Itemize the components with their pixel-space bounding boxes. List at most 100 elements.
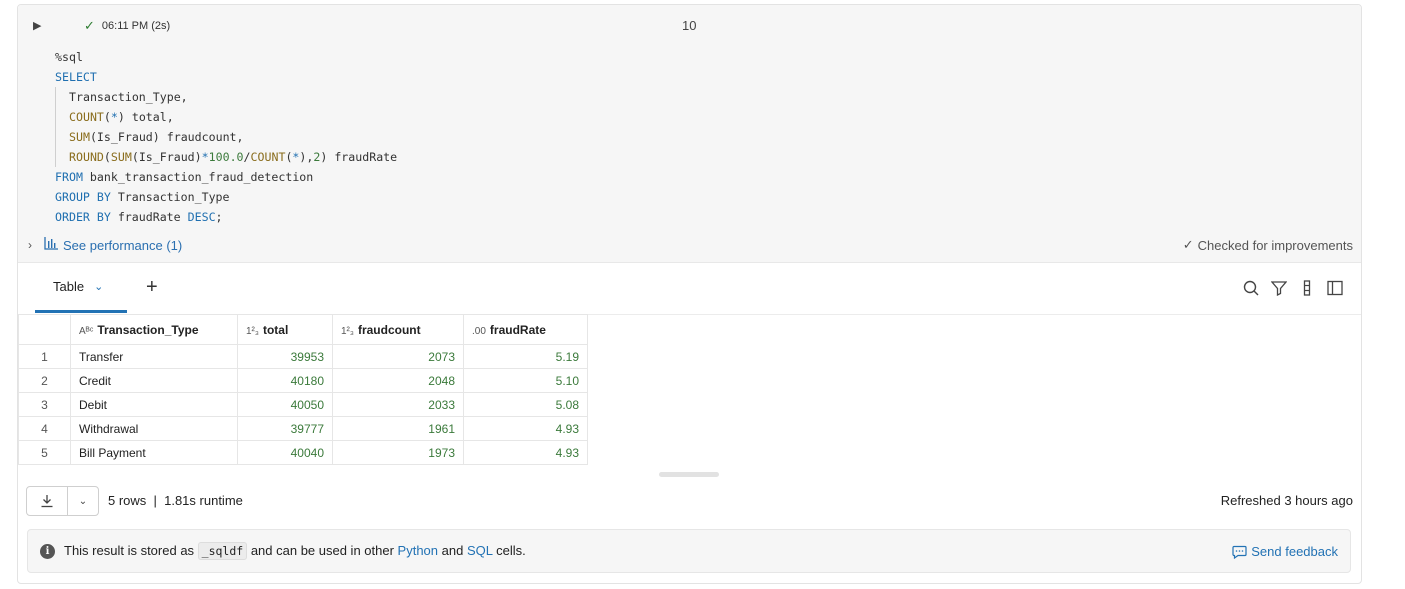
cell-total[interactable]: 40050 [237, 392, 333, 417]
code-line: ROUND(SUM(Is_Fraud)*100.0/COUNT(*),2) fr… [55, 147, 397, 167]
row-number: 1 [18, 344, 71, 369]
horizontal-scrollbar[interactable] [659, 472, 719, 477]
notice-message: This result is stored as _sqldf and can … [64, 542, 526, 560]
cell-number: 10 [682, 18, 697, 33]
sqldf-variable: _sqldf [197, 542, 248, 560]
sql-code[interactable]: %sql SELECT Transaction_Type, COUNT(*) tota… [55, 47, 397, 227]
cell-total[interactable]: 39953 [237, 344, 333, 369]
cell-fraudrate[interactable]: 4.93 [463, 440, 588, 465]
refreshed-time: Refreshed 3 hours ago [1220, 493, 1353, 508]
cell-total[interactable]: 40040 [237, 440, 333, 465]
add-visualization-button[interactable]: + [146, 275, 158, 299]
code-line: SELECT [55, 70, 97, 84]
integer-type-icon: 1²₃ [246, 325, 259, 337]
notice-text: and can be used in other [247, 543, 398, 558]
bar-chart-icon [44, 237, 58, 253]
checked-improvements: ✓ Checked for improvements [1183, 237, 1353, 253]
column-settings-icon[interactable] [1299, 279, 1315, 297]
download-options-dropdown[interactable]: ⌄ [68, 487, 98, 515]
cell-fraudrate[interactable]: 5.19 [463, 344, 588, 369]
code-line: GROUP BY Transaction_Type [55, 190, 230, 204]
cell-total[interactable]: 40180 [237, 368, 333, 393]
column-label: total [262, 322, 289, 337]
search-icon[interactable] [1243, 279, 1259, 297]
filter-icon[interactable] [1271, 279, 1287, 297]
code-line: FROM bank_transaction_fraud_detection [55, 170, 314, 184]
table-header-row: Aᴮᶜ Transaction_Type 1²₃ total 1²₃ fraudcou… [18, 314, 588, 345]
code-line: SUM(Is_Fraud) fraudcount, [55, 127, 397, 147]
tab-table[interactable]: Table ⌄ [35, 263, 127, 313]
row-number-header [18, 314, 71, 345]
cell-fraudrate[interactable]: 4.93 [463, 416, 588, 441]
column-header-transaction-type[interactable]: Aᴮᶜ Transaction_Type [70, 314, 238, 345]
see-performance-link[interactable]: › See performance (1) [28, 237, 182, 253]
execution-time: 06:11 PM (2s) [101, 20, 171, 32]
table-row[interactable]: 5 Bill Payment 40040 1973 4.93 [18, 440, 588, 465]
table-row[interactable]: 2 Credit 40180 2048 5.10 [18, 368, 588, 393]
cell-transaction-type[interactable]: Withdrawal [70, 416, 238, 441]
code-line: ORDER BY fraudRate DESC; [55, 210, 223, 224]
info-icon: i [40, 544, 55, 559]
notice-text: This result is stored as [64, 543, 198, 558]
column-header-total[interactable]: 1²₃ total [237, 314, 333, 345]
checkmark-icon: ✓ [1182, 237, 1194, 252]
row-number: 5 [18, 440, 71, 465]
table-toolbar [1243, 279, 1343, 297]
integer-type-icon: 1²₃ [341, 325, 354, 337]
tab-table-label[interactable]: Table [53, 279, 84, 294]
rows-runtime-info: 5 rows | 1.81s runtime [108, 493, 243, 508]
cell-transaction-type[interactable]: Transfer [70, 344, 238, 369]
download-button[interactable] [27, 487, 68, 515]
cell-fraudcount[interactable]: 2048 [332, 368, 464, 393]
code-editor[interactable]: ▶ ✓ 06:11 PM (2s) 10 %sql SELECT Transacti… [18, 5, 1361, 263]
cell-total[interactable]: 39777 [237, 416, 333, 441]
result-tabs: Table ⌄ + [18, 263, 1361, 315]
column-label: fraudRate [489, 322, 546, 337]
result-table: Aᴮᶜ Transaction_Type 1²₃ total 1²₃ fraudcou… [18, 314, 588, 465]
cell-transaction-type[interactable]: Bill Payment [70, 440, 238, 465]
download-button-group: ⌄ [26, 486, 99, 516]
success-check-icon: ✓ [84, 18, 95, 33]
notebook-cell: ▶ ✓ 06:11 PM (2s) 10 %sql SELECT Transacti… [17, 4, 1362, 584]
cell-fraudcount[interactable]: 1961 [332, 416, 464, 441]
side-panel-icon[interactable] [1327, 279, 1343, 297]
table-row[interactable]: 3 Debit 40050 2033 5.08 [18, 392, 588, 417]
notice-text: and [438, 543, 467, 558]
run-cell-button[interactable]: ▶ [33, 19, 47, 33]
string-type-icon: Aᴮᶜ [79, 325, 94, 337]
python-link[interactable]: Python [398, 543, 438, 558]
row-number: 4 [18, 416, 71, 441]
cell-fraudcount[interactable]: 2073 [332, 344, 464, 369]
row-number: 2 [18, 368, 71, 393]
feedback-icon [1232, 545, 1247, 559]
cell-fraudcount[interactable]: 1973 [332, 440, 464, 465]
code-line: COUNT(*) total, [55, 107, 397, 127]
row-number: 3 [18, 392, 71, 417]
chevron-down-icon[interactable]: ⌄ [94, 280, 103, 293]
column-header-fraudrate[interactable]: .00 fraudRate [463, 314, 588, 345]
checked-label: Checked for improvements [1197, 237, 1353, 253]
code-line: %sql [55, 50, 83, 64]
sqldf-notice: i This result is stored as _sqldf and ca… [27, 529, 1351, 573]
result-footer: ⌄ 5 rows | 1.81s runtime Refreshed 3 hou… [26, 485, 1353, 517]
execution-status: ✓ 06:11 PM (2s) [84, 18, 170, 34]
column-label: fraudcount [357, 322, 421, 337]
download-icon [41, 495, 53, 508]
decimal-type-icon: .00 [472, 325, 486, 337]
notice-text: cells. [492, 543, 526, 558]
cell-fraudrate[interactable]: 5.10 [463, 368, 588, 393]
column-label: Transaction_Type [97, 322, 199, 337]
cell-fraudrate[interactable]: 5.08 [463, 392, 588, 417]
cell-transaction-type[interactable]: Credit [70, 368, 238, 393]
sql-link[interactable]: SQL [467, 543, 493, 558]
see-performance-label[interactable]: See performance (1) [63, 238, 182, 253]
table-row[interactable]: 1 Transfer 39953 2073 5.19 [18, 344, 588, 369]
cell-fraudcount[interactable]: 2033 [332, 392, 464, 417]
code-line: Transaction_Type, [55, 87, 397, 107]
send-feedback-label[interactable]: Send feedback [1251, 544, 1338, 559]
chevron-right-icon[interactable]: › [28, 238, 32, 252]
column-header-fraudcount[interactable]: 1²₃ fraudcount [332, 314, 464, 345]
cell-transaction-type[interactable]: Debit [70, 392, 238, 417]
table-row[interactable]: 4 Withdrawal 39777 1961 4.93 [18, 416, 588, 441]
send-feedback-link[interactable]: Send feedback [1232, 544, 1338, 559]
